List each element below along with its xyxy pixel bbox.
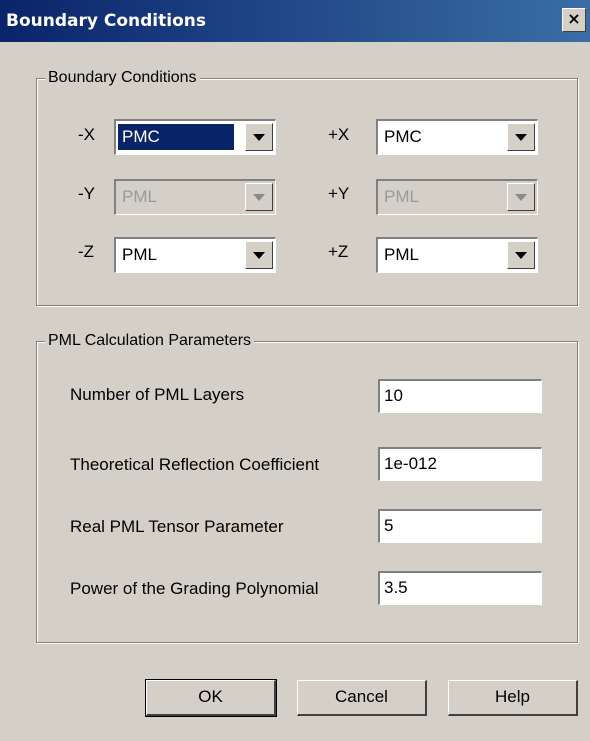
plus-x-select[interactable]: PMC [376, 119, 538, 155]
reflection-coefficient-input[interactable]: 1e-012 [378, 447, 542, 481]
plus-y-value: PML [384, 187, 419, 206]
minus-y-label: -Y [78, 184, 95, 203]
plus-y-label: +Y [328, 184, 350, 203]
close-icon: × [567, 9, 581, 28]
plus-x-label: +X [328, 125, 350, 144]
close-button[interactable]: × [562, 8, 586, 32]
help-button[interactable]: Help [448, 680, 578, 716]
reflection-coefficient-label: Theoretical Reflection Coefficient [70, 455, 320, 474]
plus-y-dropdown-button [507, 183, 535, 211]
chevron-down-icon [515, 133, 527, 141]
grading-polynomial-label: Power of the Grading Polynomial [70, 579, 319, 598]
plus-x-dropdown-button[interactable] [507, 123, 535, 151]
pml-parameters-group-title: PML Calculation Parameters [45, 331, 255, 351]
window-title: Boundary Conditions [6, 11, 206, 31]
chevron-down-icon [515, 251, 527, 259]
pml-layers-input[interactable]: 10 [378, 379, 542, 413]
chevron-down-icon [515, 193, 527, 201]
minus-z-label: -Z [78, 242, 95, 261]
tensor-parameter-input[interactable]: 5 [378, 509, 542, 543]
minus-y-select: PML [114, 179, 276, 215]
chevron-down-icon [253, 251, 265, 259]
ok-button[interactable]: OK [145, 679, 277, 717]
chevron-down-icon [253, 193, 265, 201]
pml-layers-label: Number of PML Layers [70, 385, 245, 404]
grading-polynomial-input[interactable]: 3.5 [378, 571, 542, 605]
plus-x-value: PMC [384, 127, 422, 146]
title-bar: Boundary Conditions × [0, 0, 590, 42]
minus-y-value: PML [122, 187, 157, 206]
plus-z-value: PML [384, 245, 419, 264]
minus-z-value: PML [122, 245, 157, 264]
plus-y-select: PML [376, 179, 538, 215]
minus-x-dropdown-button[interactable] [245, 123, 273, 151]
plus-z-select[interactable]: PML [376, 237, 538, 273]
plus-z-dropdown-button[interactable] [507, 241, 535, 269]
boundary-conditions-group-title: Boundary Conditions [45, 68, 200, 88]
chevron-down-icon [253, 133, 265, 141]
tensor-parameter-label: Real PML Tensor Parameter [70, 517, 284, 536]
cancel-button[interactable]: Cancel [297, 680, 427, 716]
minus-z-dropdown-button[interactable] [245, 241, 273, 269]
minus-z-select[interactable]: PML [114, 237, 276, 273]
minus-x-select[interactable]: PMC [114, 119, 276, 155]
minus-y-dropdown-button [245, 183, 273, 211]
minus-x-value: PMC [118, 124, 234, 150]
plus-z-label: +Z [328, 242, 349, 261]
minus-x-label: -X [78, 125, 95, 144]
